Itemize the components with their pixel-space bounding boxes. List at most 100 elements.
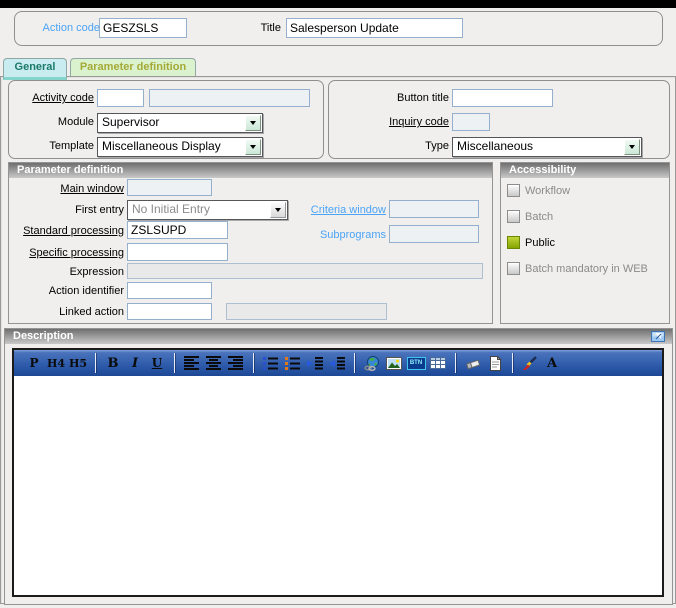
underline-button[interactable]: U bbox=[146, 352, 168, 374]
numbered-list-icon bbox=[285, 357, 301, 370]
type-dropdown-button[interactable] bbox=[624, 139, 640, 155]
bold-button[interactable]: B bbox=[102, 352, 124, 374]
paste-document-button[interactable] bbox=[484, 352, 506, 374]
align-center-button[interactable] bbox=[203, 352, 225, 374]
first-entry-label: First entry bbox=[9, 204, 124, 216]
insert-table-icon bbox=[430, 357, 446, 369]
align-right-button[interactable] bbox=[225, 352, 247, 374]
tab-general[interactable]: General bbox=[3, 58, 67, 80]
linked-action-label: Linked action bbox=[9, 306, 124, 318]
description-panel: Description P H4 H5 B I U bbox=[4, 328, 673, 605]
toolbar-separator bbox=[455, 353, 456, 373]
description-header: Description bbox=[5, 329, 672, 344]
chevron-down-icon bbox=[250, 145, 256, 149]
heading4-button[interactable]: H4 bbox=[45, 352, 67, 374]
brush-button[interactable] bbox=[519, 352, 541, 374]
main-window-label: Main window bbox=[9, 183, 124, 195]
template-value: Miscellaneous Display bbox=[98, 138, 244, 156]
button-group-box: Button title Inquiry code Type Miscellan… bbox=[328, 80, 670, 159]
italic-button[interactable]: I bbox=[124, 352, 146, 374]
toolbar-separator bbox=[174, 353, 175, 373]
insert-link-globe-icon bbox=[364, 356, 381, 371]
description-editor-frame: P H4 H5 B I U bbox=[12, 348, 664, 597]
module-combo[interactable]: Supervisor bbox=[97, 113, 263, 133]
heading5-button[interactable]: H5 bbox=[67, 352, 89, 374]
numbered-list-button[interactable] bbox=[282, 352, 304, 374]
batch-label: Batch bbox=[525, 211, 553, 223]
linked-action-description-field bbox=[226, 303, 387, 320]
subprograms-label: Subprograms bbox=[281, 229, 386, 241]
general-group-box: Activity code Module Supervisor Template… bbox=[8, 80, 324, 159]
checkbox-row-batch-mandatory-web: Batch mandatory in WEB bbox=[507, 262, 648, 275]
specific-processing-input[interactable] bbox=[127, 243, 228, 261]
batch-mandatory-web-checkbox bbox=[507, 262, 520, 275]
type-label: Type bbox=[329, 140, 449, 152]
indent-increase-button[interactable] bbox=[304, 352, 326, 374]
chevron-down-icon bbox=[629, 145, 635, 149]
template-combo[interactable]: Miscellaneous Display bbox=[97, 137, 263, 157]
chevron-down-icon bbox=[250, 121, 256, 125]
workflow-checkbox bbox=[507, 184, 520, 197]
font-color-button[interactable]: A bbox=[541, 352, 563, 374]
tab-parameter-definition[interactable]: Parameter definition bbox=[70, 58, 196, 77]
criteria-window-field bbox=[389, 200, 479, 218]
bullet-list-button[interactable] bbox=[260, 352, 282, 374]
accessibility-header: Accessibility bbox=[501, 163, 669, 178]
insert-link-button[interactable] bbox=[361, 352, 383, 374]
activity-code-input[interactable] bbox=[97, 89, 144, 107]
align-right-icon bbox=[228, 356, 244, 370]
subprograms-field bbox=[389, 225, 479, 243]
template-dropdown-button[interactable] bbox=[245, 139, 261, 155]
public-label: Public bbox=[525, 237, 555, 249]
toolbar-separator bbox=[512, 353, 513, 373]
maximize-icon[interactable] bbox=[651, 331, 665, 342]
toolbar-separator bbox=[253, 353, 254, 373]
button-title-input[interactable] bbox=[452, 89, 553, 107]
accessibility-panel: Accessibility Workflow Batch Public Batc… bbox=[500, 162, 670, 324]
insert-button-button[interactable]: BTN bbox=[405, 352, 427, 374]
template-label: Template bbox=[9, 140, 94, 152]
batch-mandatory-web-label: Batch mandatory in WEB bbox=[525, 263, 648, 275]
criteria-window-label: Criteria window bbox=[281, 204, 386, 216]
button-title-label: Button title bbox=[329, 92, 449, 104]
checkbox-row-public[interactable]: Public bbox=[507, 236, 555, 249]
parameter-definition-header: Parameter definition bbox=[9, 163, 492, 178]
module-dropdown-button[interactable] bbox=[245, 115, 261, 131]
brush-icon bbox=[522, 356, 538, 371]
expression-field bbox=[127, 263, 483, 279]
description-editor[interactable] bbox=[14, 376, 662, 595]
paragraph-button[interactable]: P bbox=[23, 352, 45, 374]
linked-action-input[interactable] bbox=[127, 303, 212, 320]
toolbar-separator bbox=[95, 353, 96, 373]
indent-decrease-button[interactable] bbox=[326, 352, 348, 374]
activity-code-label: Activity code bbox=[9, 92, 94, 104]
eraser-button[interactable] bbox=[462, 352, 484, 374]
top-black-bar bbox=[0, 0, 676, 8]
action-code-input[interactable] bbox=[99, 18, 187, 38]
action-identifier-label: Action identifier bbox=[9, 285, 124, 297]
standard-processing-input[interactable] bbox=[127, 221, 228, 239]
type-value: Miscellaneous bbox=[453, 138, 623, 156]
parameter-definition-panel: Parameter definition Main window First e… bbox=[8, 162, 493, 324]
specific-processing-label: Specific processing bbox=[9, 247, 124, 259]
action-identifier-input[interactable] bbox=[127, 282, 212, 299]
title-input[interactable] bbox=[286, 18, 463, 38]
rich-text-toolbar: P H4 H5 B I U bbox=[14, 350, 662, 376]
standard-processing-label: Standard processing bbox=[9, 225, 124, 237]
insert-image-icon bbox=[386, 357, 402, 370]
title-label: Title bbox=[231, 22, 281, 34]
paste-document-icon bbox=[489, 356, 502, 371]
public-checkbox[interactable] bbox=[507, 236, 520, 249]
toolbar-separator bbox=[354, 353, 355, 373]
checkbox-row-workflow: Workflow bbox=[507, 184, 570, 197]
first-entry-value: No Initial Entry bbox=[128, 201, 269, 219]
workflow-label: Workflow bbox=[525, 185, 570, 197]
type-combo[interactable]: Miscellaneous bbox=[452, 137, 642, 157]
align-left-icon bbox=[184, 356, 200, 370]
align-left-button[interactable] bbox=[181, 352, 203, 374]
insert-image-button[interactable] bbox=[383, 352, 405, 374]
activity-code-description-field bbox=[149, 89, 310, 107]
insert-table-button[interactable] bbox=[427, 352, 449, 374]
header-key-box: Action code Title bbox=[14, 11, 663, 46]
inquiry-code-field bbox=[452, 113, 490, 131]
